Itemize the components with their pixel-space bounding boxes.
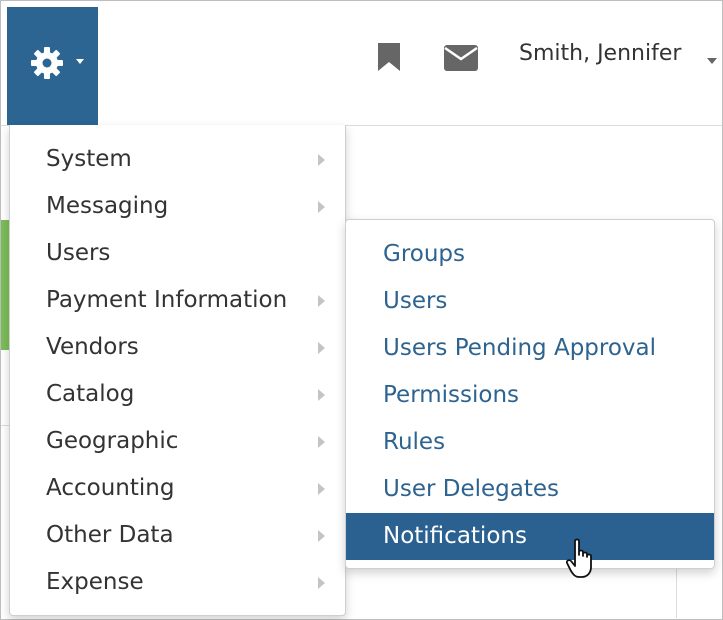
submenu-item-user-delegates[interactable]: User Delegates — [346, 466, 714, 513]
submenu-item-notifications[interactable]: Notifications — [346, 513, 714, 560]
background-divider — [676, 568, 677, 618]
background-panel-accent — [1, 220, 9, 350]
menu-item-label: Vendors — [46, 334, 139, 360]
menu-item-geographic[interactable]: Geographic — [10, 418, 345, 465]
menu-item-label: Other Data — [46, 522, 174, 548]
submenu-item-label: Users — [383, 288, 448, 314]
user-menu-name[interactable]: Smith, Jennifer — [519, 41, 681, 66]
submenu-item-groups[interactable]: Groups — [346, 231, 714, 278]
menu-item-label: Payment Information — [46, 287, 288, 313]
menu-item-messaging[interactable]: Messaging — [10, 183, 345, 230]
submenu-item-users-pending-approval[interactable]: Users Pending Approval — [346, 325, 714, 372]
submenu-item-rules[interactable]: Rules — [346, 419, 714, 466]
submenu-item-users[interactable]: Users — [346, 278, 714, 325]
chevron-right-icon — [318, 483, 325, 495]
gear-icon — [31, 47, 63, 79]
menu-item-label: Messaging — [46, 193, 169, 219]
bookmark-icon[interactable] — [377, 42, 401, 72]
menu-item-other-data[interactable]: Other Data — [10, 512, 345, 559]
menu-item-catalog[interactable]: Catalog — [10, 371, 345, 418]
menu-item-expense[interactable]: Expense — [10, 559, 345, 606]
menu-item-label: Geographic — [46, 428, 179, 454]
settings-menu-button[interactable] — [7, 7, 98, 125]
pointer-cursor-icon — [566, 538, 592, 578]
menu-item-label: System — [46, 146, 132, 172]
menu-item-payment-information[interactable]: Payment Information — [10, 277, 345, 324]
chevron-right-icon — [318, 389, 325, 401]
chevron-right-icon — [318, 342, 325, 354]
menu-item-label: Catalog — [46, 381, 135, 407]
chevron-right-icon — [318, 295, 325, 307]
submenu-item-label: User Delegates — [383, 476, 559, 502]
mail-icon[interactable] — [444, 45, 478, 71]
chevron-down-icon[interactable] — [707, 58, 717, 64]
menu-item-accounting[interactable]: Accounting — [10, 465, 345, 512]
submenu-item-label: Rules — [383, 429, 446, 455]
chevron-right-icon — [318, 154, 325, 166]
submenu-item-label: Notifications — [383, 523, 527, 549]
submenu-item-permissions[interactable]: Permissions — [346, 372, 714, 419]
menu-item-label: Accounting — [46, 475, 175, 501]
chevron-right-icon — [318, 201, 325, 213]
chevron-right-icon — [318, 530, 325, 542]
submenu-item-label: Groups — [383, 241, 466, 267]
top-navbar: Smith, Jennifer — [1, 1, 722, 126]
submenu-item-label: Users Pending Approval — [383, 335, 657, 361]
menu-item-users[interactable]: Users — [10, 230, 345, 277]
chevron-right-icon — [318, 577, 325, 589]
submenu-item-label: Permissions — [383, 382, 520, 408]
settings-dropdown-menu: System Messaging Users Payment Informati… — [9, 125, 346, 616]
chevron-down-icon — [76, 59, 84, 64]
chevron-right-icon — [318, 436, 325, 448]
menu-item-label: Expense — [46, 569, 144, 595]
menu-item-vendors[interactable]: Vendors — [10, 324, 345, 371]
menu-item-system[interactable]: System — [10, 136, 345, 183]
menu-item-label: Users — [46, 240, 111, 266]
users-submenu: Groups Users Users Pending Approval Perm… — [345, 219, 715, 569]
